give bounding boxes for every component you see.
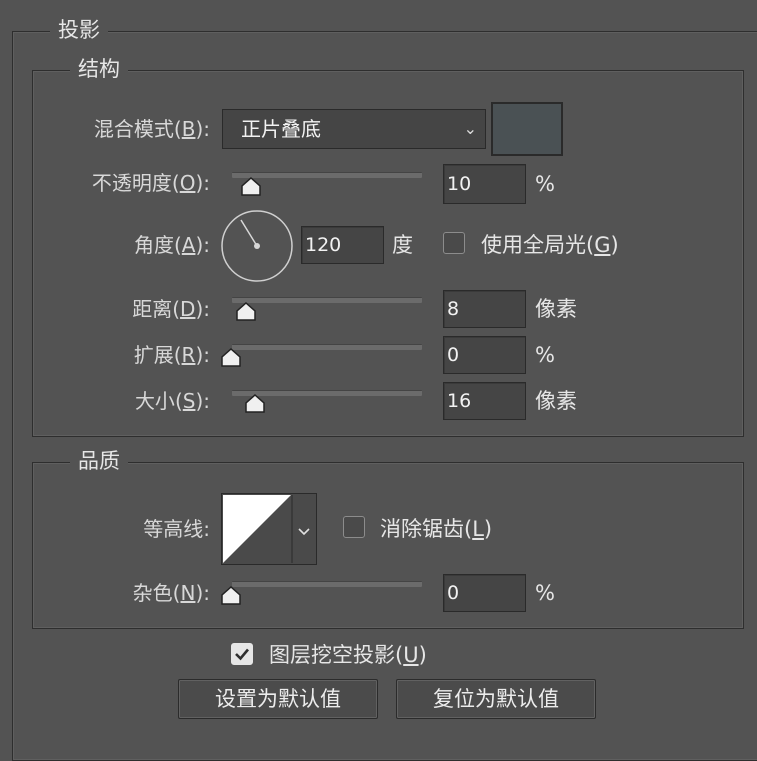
noise-unit: % <box>535 581 555 605</box>
noise-input[interactable]: 0 <box>443 574 526 612</box>
global-light-label[interactable]: 使用全局光(G) <box>481 232 619 258</box>
opacity-input[interactable]: 10 <box>443 164 526 204</box>
size-label: 大小(S): <box>134 389 210 413</box>
spread-label: 扩展(R): <box>133 343 210 367</box>
size-unit: 像素 <box>535 389 577 413</box>
blend-mode-select[interactable]: 正片叠底 ⌄ <box>222 109 486 149</box>
spread-slider-track[interactable] <box>232 344 422 350</box>
opacity-unit: % <box>535 172 555 196</box>
drop-shadow-title: 投影 <box>50 18 108 42</box>
reset-default-button[interactable]: 复位为默认值 <box>396 679 596 719</box>
contour-picker[interactable] <box>221 493 317 565</box>
global-light-checkbox[interactable] <box>443 232 465 254</box>
opacity-slider-thumb[interactable] <box>240 177 262 197</box>
noise-label: 杂色(N): <box>132 581 210 605</box>
checkmark-icon <box>235 648 249 661</box>
distance-slider-track[interactable] <box>232 297 422 303</box>
distance-label: 距离(D): <box>132 297 210 321</box>
contour-label: 等高线: <box>143 517 210 541</box>
noise-slider-track[interactable] <box>232 581 422 587</box>
anti-alias-label[interactable]: 消除锯齿(L) <box>380 516 492 542</box>
size-input[interactable]: 16 <box>443 382 526 420</box>
blend-mode-value: 正片叠底 <box>241 117 321 141</box>
angle-label: 角度(A): <box>133 233 210 257</box>
angle-dial[interactable] <box>220 209 294 283</box>
distance-input[interactable]: 8 <box>443 290 526 328</box>
angle-unit: 度 <box>392 233 413 257</box>
spread-input[interactable]: 0 <box>443 336 526 374</box>
angle-input[interactable]: 120 <box>301 226 384 264</box>
noise-slider-thumb[interactable] <box>220 586 242 606</box>
make-default-button[interactable]: 设置为默认值 <box>178 679 378 719</box>
anti-alias-checkbox[interactable] <box>343 516 365 538</box>
distance-slider-thumb[interactable] <box>235 302 257 322</box>
knockout-checkbox[interactable] <box>231 643 253 665</box>
quality-title: 品质 <box>70 449 128 473</box>
shadow-color-swatch[interactable] <box>491 102 563 156</box>
structure-title: 结构 <box>70 57 128 81</box>
size-slider-thumb[interactable] <box>244 394 266 414</box>
chevron-down-icon: ⌄ <box>463 119 477 138</box>
blend-mode-label: 混合模式(B): <box>93 117 210 141</box>
knockout-label[interactable]: 图层挖空投影(U) <box>269 642 427 668</box>
distance-unit: 像素 <box>535 297 577 321</box>
spread-unit: % <box>535 343 555 367</box>
opacity-label: 不透明度(O): <box>91 171 210 195</box>
spread-slider-thumb[interactable] <box>220 348 242 368</box>
